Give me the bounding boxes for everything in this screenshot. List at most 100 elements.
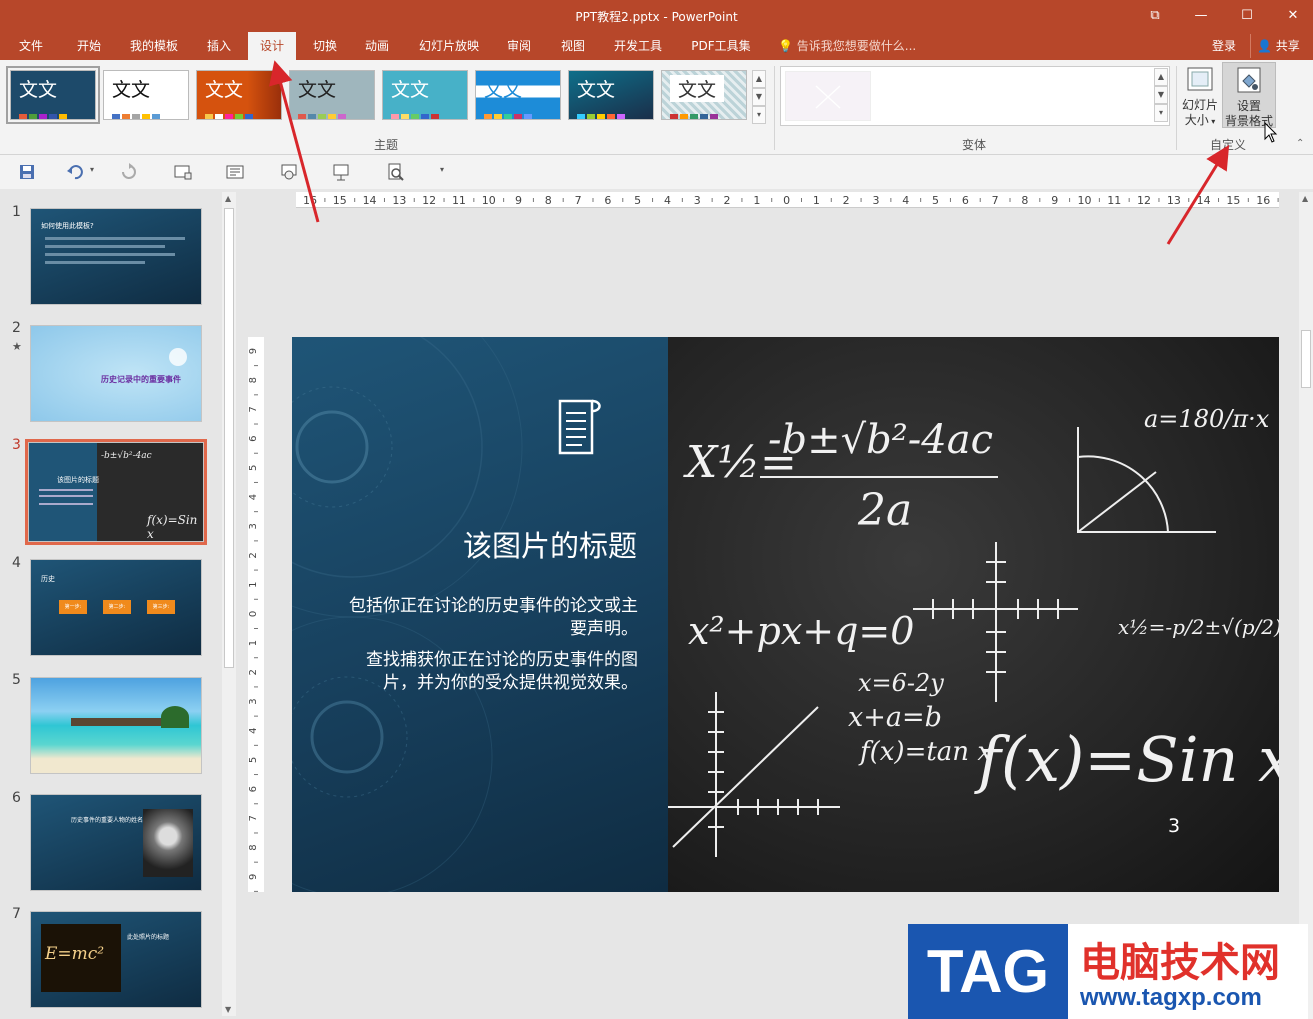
ruler-tick-label: 15 — [333, 194, 347, 207]
undo-dropdown-icon[interactable]: ▾ — [90, 165, 94, 174]
login-link[interactable]: 登录 — [1212, 32, 1236, 60]
slide-thumbnail-6[interactable]: 历史事件的重要人物的姓名 — [30, 794, 202, 891]
close-button[interactable]: ✕ — [1270, 4, 1313, 28]
tab-my-templates[interactable]: 我的模板 — [122, 32, 186, 60]
slide-title[interactable]: 该图片的标题 — [292, 523, 637, 565]
ruler-tick-label: 4 — [248, 728, 259, 734]
theme-thumbnail[interactable]: 文文 — [6, 66, 100, 124]
thumb-step-box: 第三步: — [147, 600, 175, 614]
tab-file[interactable]: 文件 — [12, 32, 50, 60]
scrollbar-thumb[interactable] — [224, 208, 234, 668]
tab-view[interactable]: 视图 — [552, 32, 594, 60]
slide-thumbnail-7[interactable]: E=mc² 此处照片的标题 — [30, 911, 202, 1008]
slide-thumbnail-4[interactable]: 历史 第一步: 第二步: 第三步: — [30, 559, 202, 656]
ruler-tick-label: 11 — [452, 194, 466, 207]
thumbnails-scrollbar[interactable]: ▲ ▼ — [222, 192, 236, 1016]
slide-thumbnail-2[interactable]: 历史记录中的重要事件 — [30, 325, 202, 422]
ruler-tick-label: 7 — [248, 406, 259, 412]
document-icon — [558, 399, 601, 455]
maximize-button[interactable]: ☐ — [1224, 4, 1270, 28]
gallery-more-icon[interactable]: ▾ — [752, 106, 766, 124]
slide-body-paragraph-2[interactable]: 查找捕获你正在讨论的历史事件的图片，并为你的受众提供视觉效果。 — [338, 649, 638, 695]
watermark-url: www.tagxp.com — [1080, 984, 1262, 1011]
theme-thumbnail[interactable]: 文文 — [289, 70, 375, 120]
thumb-chalk-formula: -b±√b²-4ac — [101, 451, 152, 461]
ruler-tick-label: 3 — [248, 698, 259, 704]
theme-thumbnail[interactable]: 文文 — [196, 70, 282, 120]
current-slide[interactable]: 该图片的标题 包括你正在讨论的历史事件的论文或主要声明。 查找捕获你正在讨论的历… — [292, 337, 1279, 892]
group-separator — [774, 66, 775, 150]
new-slide-icon[interactable] — [174, 163, 192, 181]
tab-animations[interactable]: 动画 — [356, 32, 398, 60]
thumb-formula: E=mc² — [45, 944, 105, 964]
share-label: 共享 — [1275, 39, 1300, 53]
theme-thumbnail[interactable]: 文文 — [475, 70, 561, 120]
variant-more-icon[interactable]: ▾ — [1154, 104, 1168, 122]
slide-thumbnail-1[interactable]: 如何使用此模板? — [30, 208, 202, 305]
site-watermark: TAG 电脑技术网 www.tagxp.com — [908, 924, 1308, 1019]
watermark-tag-logo: TAG — [908, 924, 1068, 1019]
scrollbar-thumb[interactable] — [1301, 330, 1311, 388]
slideshow-from-start-icon[interactable] — [280, 163, 298, 181]
tab-review[interactable]: 审阅 — [498, 32, 540, 60]
share-button[interactable]: 👤 共享 — [1250, 34, 1306, 58]
ruler-tick-label: 5 — [634, 194, 641, 207]
chalk-x-equation: x=6-2y — [858, 669, 944, 697]
gallery-scroll-down-icon[interactable]: ▼ — [752, 88, 766, 106]
slide-thumbnail-3[interactable]: -b±√b²-4ac f(x)=Sin x 该图片的标题 — [25, 439, 207, 545]
save-icon[interactable] — [18, 163, 36, 181]
theme-thumbnail[interactable]: 文文 — [103, 70, 189, 120]
ruler-tick-label: 5 — [248, 757, 259, 763]
tab-design[interactable]: 设计 — [248, 32, 296, 60]
lightbulb-icon: 💡 — [778, 39, 793, 53]
ruler-tick-label: 13 — [392, 194, 406, 207]
gallery-scroll-up-icon[interactable]: ▲ — [752, 70, 766, 88]
theme-thumbnail[interactable]: 文文 — [568, 70, 654, 120]
tab-developer[interactable]: 开发工具 — [606, 32, 670, 60]
undo-icon[interactable] — [66, 163, 84, 181]
theme-thumbnail[interactable]: 文文 — [382, 70, 468, 120]
group-label-variants: 变体 — [962, 138, 987, 152]
print-preview-icon[interactable] — [386, 163, 404, 181]
ribbon-display-options-icon[interactable]: ⧉ — [1132, 4, 1178, 28]
presenter-icon[interactable] — [332, 163, 350, 181]
thumb-palm-trees — [161, 706, 189, 728]
scroll-up-icon[interactable]: ▲ — [225, 194, 231, 203]
tab-pdf-tools[interactable]: PDF工具集 — [684, 32, 758, 60]
chalkboard-image[interactable]: X½= -b±√b²-4ac 2a a=180/π·x x²+px+q=0 x½… — [668, 337, 1279, 892]
vertical-ruler-ticks: 9 8 7 6 5 4 3 2 1 0 1 2 3 4 5 6 7 8 9 — [248, 348, 259, 892]
tab-slideshow[interactable]: 幻灯片放映 — [412, 32, 486, 60]
ruler-tick-label: 4 — [902, 194, 909, 207]
scroll-down-icon[interactable]: ▼ — [225, 1005, 231, 1014]
format-background-button[interactable]: 设置 背景格式 — [1222, 62, 1276, 128]
slide-number-label: 1 — [12, 204, 21, 220]
ruler-tick-label: 6 — [248, 435, 259, 441]
variants-gallery[interactable] — [780, 66, 1170, 126]
slide-body-paragraph-1[interactable]: 包括你正在讨论的历史事件的论文或主要声明。 — [338, 595, 638, 641]
group-label-customize: 自定义 — [1210, 138, 1247, 152]
slide-size-icon — [1184, 64, 1216, 94]
tell-me-text: 告诉我您想要做什么... — [796, 39, 917, 53]
customize-qat-icon[interactable]: ▾ — [440, 165, 444, 174]
scroll-up-icon[interactable]: ▲ — [1302, 194, 1308, 203]
redo-icon[interactable] — [120, 163, 138, 181]
slide-size-button[interactable]: 幻灯片 大小 ▾ — [1180, 64, 1220, 129]
tab-home[interactable]: 开始 — [68, 32, 110, 60]
tab-transitions[interactable]: 切换 — [304, 32, 346, 60]
thumb-chalk-formula: f(x)=Sin x — [147, 513, 198, 541]
ruler-tick-label: 3 — [248, 523, 259, 529]
tab-insert[interactable]: 插入 — [198, 32, 240, 60]
slide-thumbnail-5[interactable] — [30, 677, 202, 774]
editor-scrollbar[interactable]: ▲ — [1299, 192, 1313, 1019]
ruler-tick-label: 2 — [843, 194, 850, 207]
minimize-button[interactable]: — — [1178, 4, 1224, 28]
tell-me-box[interactable]: 💡 告诉我您想要做什么... — [778, 32, 916, 60]
format-background-label-1: 设置 — [1236, 99, 1261, 113]
theme-thumbnail[interactable]: 文文 — [661, 70, 747, 120]
collapse-ribbon-icon[interactable]: ⌃ — [1296, 138, 1304, 149]
text-box-icon[interactable] — [226, 163, 244, 181]
variant-scroll-up-icon[interactable]: ▲ — [1154, 68, 1168, 86]
variant-scroll-down-icon[interactable]: ▼ — [1154, 86, 1168, 104]
variant-thumbnail[interactable] — [785, 71, 871, 121]
ruler-tick-label: 4 — [664, 194, 671, 207]
